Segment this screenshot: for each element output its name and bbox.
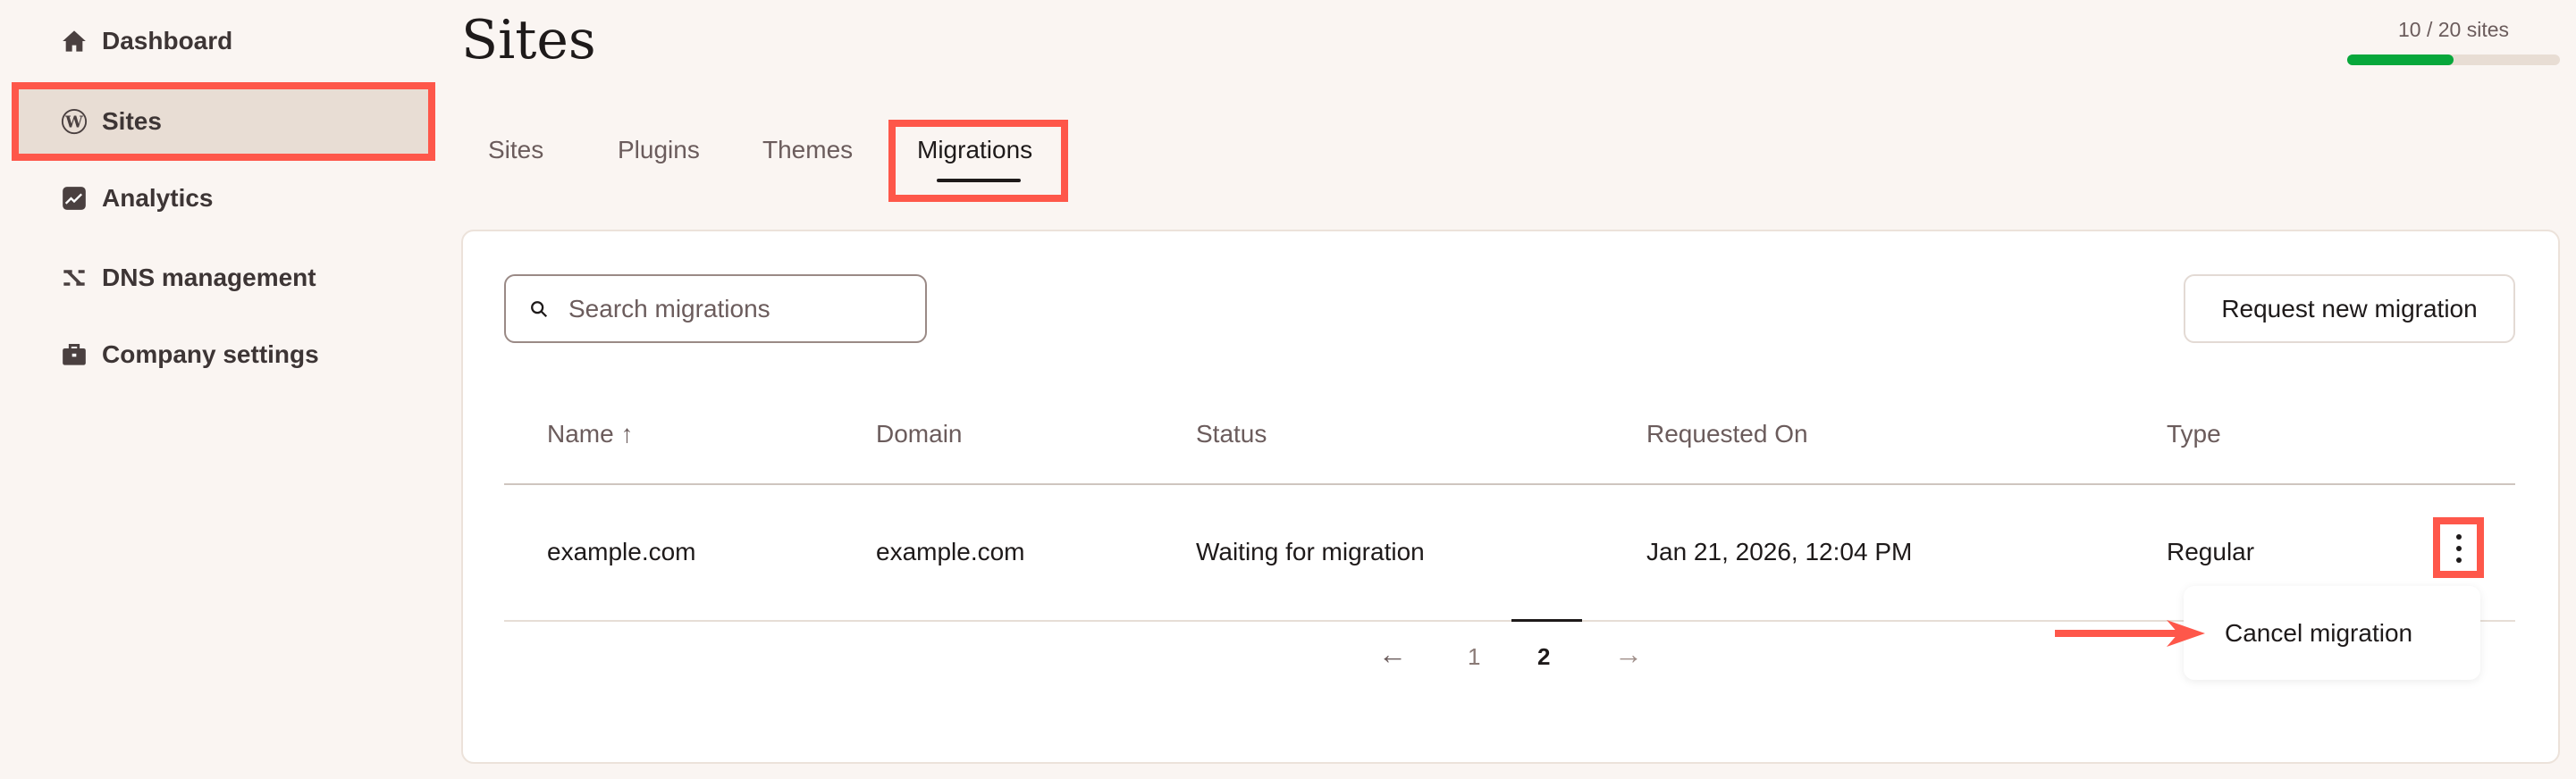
site-usage-label: 10 / 20 sites [2397,18,2510,41]
analytics-icon [59,183,89,214]
more-options-icon[interactable] [2449,534,2469,563]
sidebar-item-label: Sites [102,107,162,135]
active-tab-indicator [937,179,1021,182]
briefcase-icon [59,339,89,370]
annotation-arrow-icon [2055,620,2205,647]
search-icon [529,299,549,319]
column-header-domain[interactable]: Domain [876,420,962,448]
cell-domain: example.com [876,538,1025,565]
sidebar-item-company-settings[interactable]: Company settings [36,328,319,381]
header-divider [504,483,2515,485]
column-header-type[interactable]: Type [2167,420,2221,448]
sidebar-item-sites[interactable]: W Sites [36,95,162,148]
tab-themes[interactable]: Themes [762,136,853,164]
cell-type: Regular [2167,538,2255,565]
request-new-migration-button[interactable]: Request new migration [2184,274,2515,343]
page-1-button[interactable]: 1 [1468,643,1480,671]
cell-status: Waiting for migration [1196,538,1425,565]
sidebar-item-dashboard[interactable]: Dashboard [36,14,232,68]
cell-name: example.com [547,538,696,565]
svg-text:W: W [64,113,83,131]
dns-icon [59,263,89,293]
previous-page-button[interactable]: ← [1378,638,1407,671]
search-input[interactable]: Search migrations [504,274,927,343]
next-page-button[interactable]: → [1614,638,1643,671]
tab-plugins[interactable]: Plugins [618,136,700,164]
wordpress-icon: W [59,106,89,137]
page-title: Sites [461,9,596,71]
sidebar-item-label: DNS management [102,264,316,291]
tab-migrations[interactable]: Migrations [917,136,1032,164]
column-header-status[interactable]: Status [1196,420,1267,448]
site-usage-bar [2347,54,2560,65]
search-placeholder: Search migrations [568,294,770,322]
column-header-name[interactable]: Name ↑ [547,420,633,448]
home-icon [59,26,89,56]
cell-requested-on: Jan 21, 2026, 12:04 PM [1646,538,1913,565]
tab-sites[interactable]: Sites [488,136,543,164]
cancel-migration-menu-item[interactable]: Cancel migration [2225,619,2412,648]
site-usage-fill [2347,54,2454,65]
sidebar-item-label: Analytics [102,184,214,212]
sidebar-item-analytics[interactable]: Analytics [36,172,214,225]
sidebar-item-label: Company settings [102,340,319,368]
sidebar-item-label: Dashboard [102,27,233,54]
row-actions-menu: Cancel migration [2184,586,2480,680]
current-page-indicator [1511,619,1582,622]
column-header-requested-on[interactable]: Requested On [1646,420,1808,448]
sidebar-item-dns-management[interactable]: DNS management [36,251,316,305]
page-2-button[interactable]: 2 [1537,643,1550,671]
